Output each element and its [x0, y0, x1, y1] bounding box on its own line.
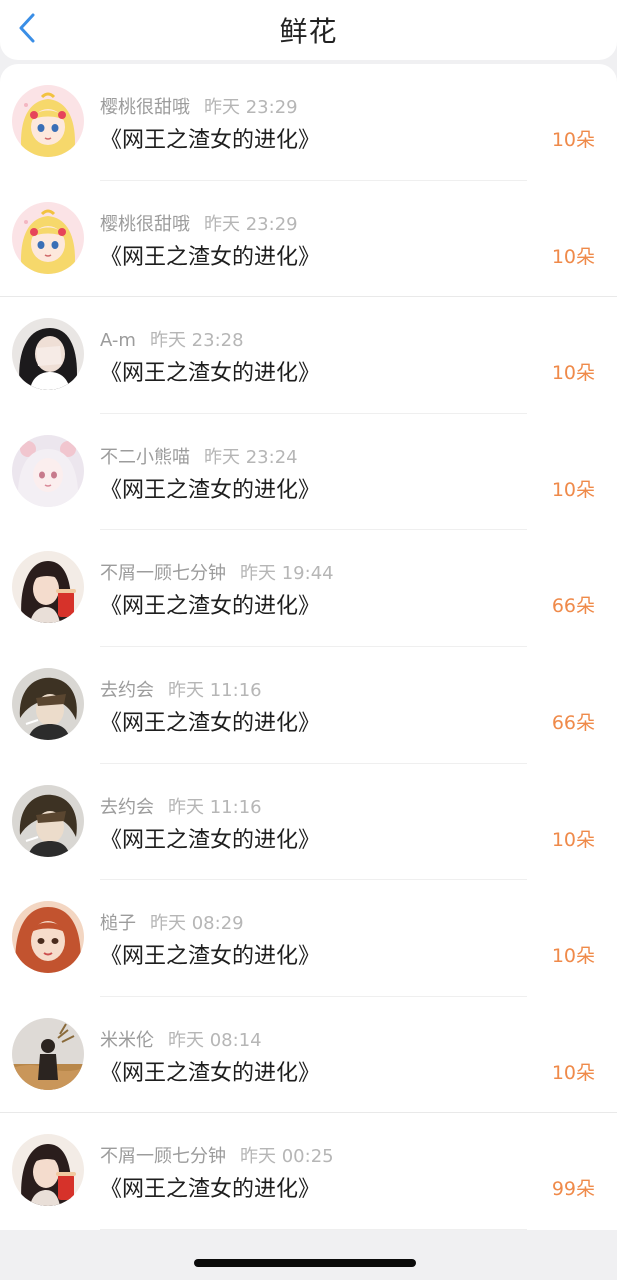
user-name[interactable]: A-m — [100, 330, 136, 351]
flower-count: 10朵 — [551, 478, 595, 501]
book-title[interactable]: 《网王之渣女的进化》 — [100, 122, 320, 154]
flower-count: 10朵 — [551, 945, 595, 968]
item-meta: 去约会 昨天 11:16 — [100, 676, 262, 702]
book-title[interactable]: 《网王之渣女的进化》 — [100, 1055, 320, 1087]
list-item[interactable]: A-m 昨天 23:28 《网王之渣女的进化》 10朵 — [0, 297, 617, 414]
flower-count: 10朵 — [551, 1061, 595, 1084]
list-item[interactable]: 不屑一顾七分钟 昨天 19:44 《网王之渣女的进化》 66朵 — [0, 530, 617, 647]
flower-list: 樱桃很甜哦 昨天 23:29 《网王之渣女的进化》 10朵 樱桃很甜哦 昨天 23:29… — [0, 64, 617, 1230]
timestamp: 昨天 11:16 — [168, 796, 262, 818]
user-name[interactable]: 槌子 — [100, 913, 136, 934]
flower-count: 10朵 — [551, 245, 595, 268]
book-title[interactable]: 《网王之渣女的进化》 — [100, 822, 320, 854]
item-meta: 槌子 昨天 08:29 — [100, 909, 244, 935]
item-meta: 不二小熊喵 昨天 23:24 — [100, 443, 298, 469]
user-name[interactable]: 去约会 — [100, 680, 154, 701]
timestamp: 昨天 23:29 — [204, 97, 298, 118]
flower-count: 10朵 — [551, 828, 595, 851]
nav-bar: 鲜花 — [0, 0, 617, 60]
user-name[interactable]: 米米伦 — [100, 1030, 154, 1051]
anime-blonde-girl-avatar[interactable] — [12, 85, 84, 157]
item-meta: A-m 昨天 23:28 — [100, 326, 244, 352]
list-item[interactable]: 不屑一顾七分钟 昨天 00:25 《网王之渣女的进化》 99朵 — [0, 1113, 617, 1230]
user-name[interactable]: 不二小熊喵 — [100, 447, 190, 468]
user-name[interactable]: 樱桃很甜哦 — [100, 214, 190, 235]
item-meta: 樱桃很甜哦 昨天 23:29 — [100, 93, 298, 119]
timestamp: 昨天 11:16 — [168, 679, 262, 701]
list-item[interactable]: 樱桃很甜哦 昨天 23:29 《网王之渣女的进化》 10朵 — [0, 64, 617, 181]
list-item[interactable]: 樱桃很甜哦 昨天 23:29 《网王之渣女的进化》 10朵 — [0, 181, 617, 298]
list-item[interactable]: 去约会 昨天 11:16 《网王之渣女的进化》 66朵 — [0, 647, 617, 764]
page-title: 鲜花 — [279, 15, 338, 48]
user-name[interactable]: 不屑一顾七分钟 — [100, 1146, 226, 1167]
row-divider — [100, 1228, 527, 1230]
flower-count: 10朵 — [551, 362, 595, 385]
anime-man-avatar[interactable] — [12, 784, 84, 857]
timestamp: 昨天 08:14 — [168, 1029, 262, 1051]
timestamp: 昨天 23:28 — [149, 330, 244, 352]
book-title[interactable]: 《网王之渣女的进化》 — [100, 938, 320, 970]
list-item[interactable]: 米米伦 昨天 08:14 《网王之渣女的进化》 10朵 — [0, 997, 617, 1114]
list-item[interactable]: 槌子 昨天 08:29 《网王之渣女的进化》 10朵 — [0, 880, 617, 997]
item-meta: 不屑一顾七分钟 昨天 00:25 — [100, 1142, 334, 1168]
pastel-anime-girl-avatar[interactable] — [12, 434, 84, 507]
item-meta: 米米伦 昨天 08:14 — [100, 1026, 262, 1052]
book-title[interactable]: 《网王之渣女的进化》 — [100, 1171, 320, 1203]
book-title[interactable]: 《网王之渣女的进化》 — [100, 588, 320, 620]
anime-blonde-girl-avatar[interactable] — [12, 201, 84, 274]
list-item[interactable]: 去约会 昨天 11:16 《网王之渣女的进化》 10朵 — [0, 764, 617, 881]
girl-with-drink-avatar[interactable] — [12, 1134, 84, 1207]
timestamp: 昨天 23:24 — [204, 446, 298, 468]
book-title[interactable]: 《网王之渣女的进化》 — [100, 239, 320, 271]
person-in-field-avatar[interactable] — [12, 1017, 84, 1090]
timestamp: 昨天 00:25 — [240, 1146, 334, 1168]
timestamp: 昨天 19:44 — [240, 563, 334, 585]
item-meta: 不屑一顾七分钟 昨天 19:44 — [100, 559, 334, 585]
book-title[interactable]: 《网王之渣女的进化》 — [100, 705, 320, 737]
book-title[interactable]: 《网王之渣女的进化》 — [100, 472, 320, 504]
red-hair-girl-avatar[interactable] — [12, 901, 84, 974]
flower-count: 99朵 — [551, 1178, 595, 1201]
item-meta: 樱桃很甜哦 昨天 23:29 — [100, 210, 298, 236]
user-name[interactable]: 不屑一顾七分钟 — [100, 563, 226, 584]
item-meta: 去约会 昨天 11:16 — [100, 793, 262, 819]
timestamp: 昨天 23:29 — [204, 213, 298, 235]
book-title[interactable]: 《网王之渣女的进化》 — [100, 355, 320, 387]
user-name[interactable]: 去约会 — [100, 797, 154, 818]
flower-count: 66朵 — [551, 711, 595, 734]
list-item[interactable]: 不二小熊喵 昨天 23:24 《网王之渣女的进化》 10朵 — [0, 414, 617, 531]
user-name[interactable]: 樱桃很甜哦 — [100, 97, 190, 118]
anime-man-avatar[interactable] — [12, 667, 84, 740]
flower-count: 10朵 — [551, 129, 595, 151]
girl-covering-face-avatar[interactable] — [12, 318, 84, 391]
flower-count: 66朵 — [551, 595, 595, 618]
timestamp: 昨天 08:29 — [150, 913, 244, 935]
girl-with-drink-avatar[interactable] — [12, 551, 84, 624]
home-indicator[interactable] — [194, 1259, 416, 1267]
